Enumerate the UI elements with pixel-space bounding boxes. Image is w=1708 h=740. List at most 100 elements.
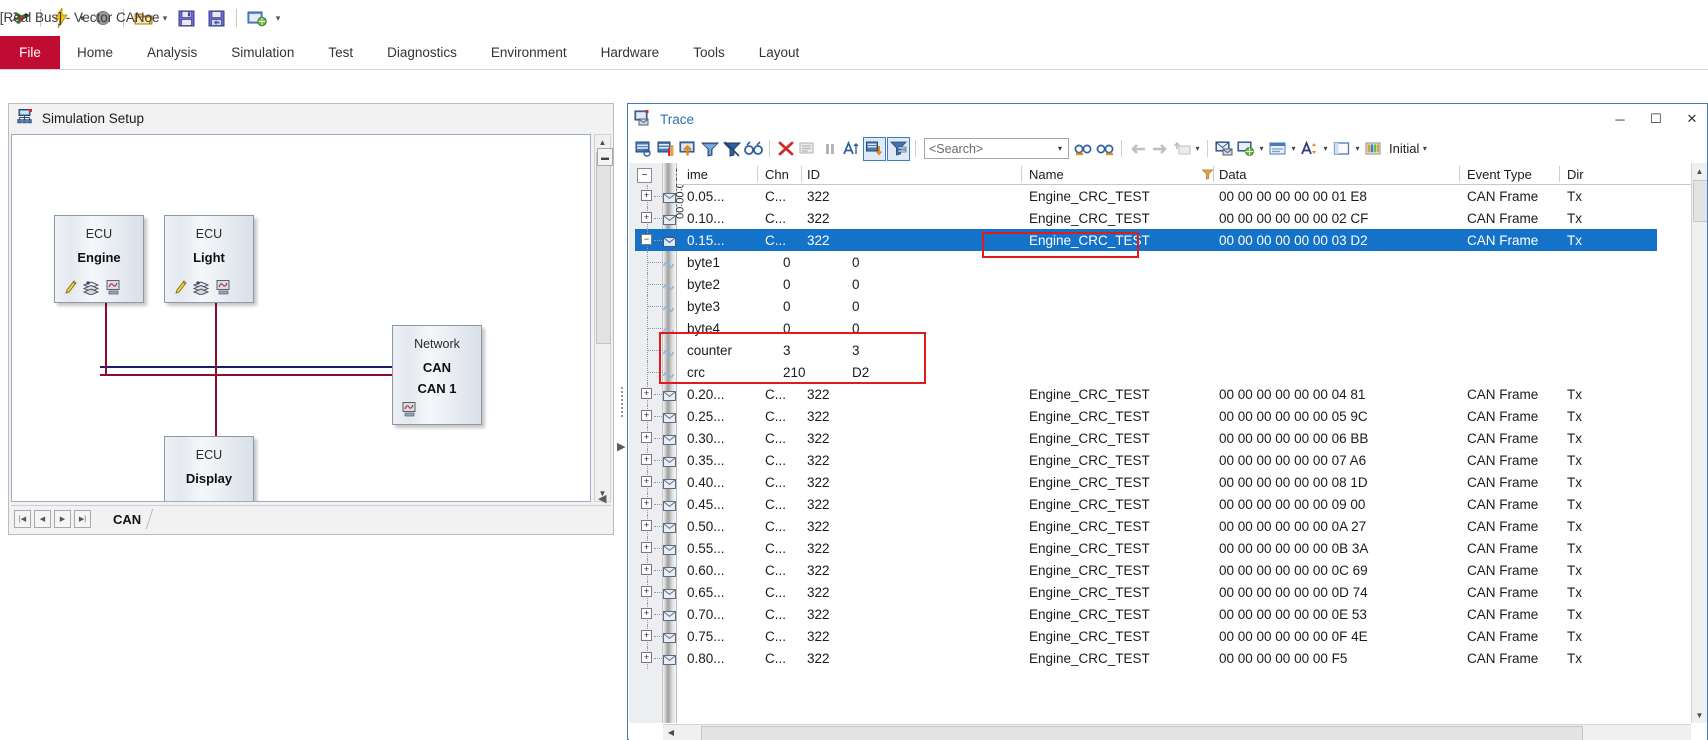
scroll-left-arrow-icon[interactable]: ◀ bbox=[663, 725, 679, 740]
trace-row[interactable]: +0.80... C... 322 Engine_CRC_TEST 00 00 00 0… bbox=[641, 647, 1691, 669]
export-up-icon[interactable] bbox=[677, 138, 698, 160]
nav-prev-icon[interactable]: ◀ bbox=[34, 510, 51, 528]
trace-row-list[interactable]: +0.05... C... 322 Engine_CRC_TEST 00 00 00 0… bbox=[635, 185, 1691, 723]
pencil-icon[interactable] bbox=[63, 280, 77, 298]
expand-icon[interactable]: + bbox=[641, 608, 652, 619]
scroll-thumb[interactable] bbox=[596, 152, 611, 344]
nav-next-icon[interactable]: ▶ bbox=[54, 510, 71, 528]
window-caret[interactable]: ▾ bbox=[1353, 144, 1362, 153]
splitter-expand-arrow-icon[interactable]: ▶ bbox=[617, 440, 625, 453]
view-filter-icon[interactable] bbox=[887, 136, 910, 161]
layout-caret[interactable]: ▾ bbox=[1289, 144, 1298, 153]
column-header-name[interactable]: Name bbox=[1029, 163, 1064, 185]
panel-icon[interactable] bbox=[105, 280, 122, 298]
close-button[interactable]: ✕ bbox=[1681, 108, 1703, 130]
column-divider-3[interactable] bbox=[1021, 166, 1022, 182]
trace-signal-row[interactable]: counter 3 3 bbox=[647, 339, 1691, 361]
tab-simulation[interactable]: Simulation bbox=[214, 36, 311, 69]
trace-row[interactable]: +0.40... C... 322 Engine_CRC_TEST 00 00 00 0… bbox=[641, 471, 1691, 493]
trace-row[interactable]: +0.60... C... 322 Engine_CRC_TEST 00 00 00 0… bbox=[641, 559, 1691, 581]
trace-row[interactable]: +0.75... C... 322 Engine_CRC_TEST 00 00 00 0… bbox=[641, 625, 1691, 647]
filter-indicator-icon[interactable] bbox=[1202, 163, 1213, 185]
trace-signal-row[interactable]: crc 210 D2 bbox=[647, 361, 1691, 383]
ribbon-tabs[interactable]: File Home Analysis Simulation Test Diagn… bbox=[0, 36, 1708, 70]
trace-signal-row[interactable]: byte1 0 0 bbox=[647, 251, 1691, 273]
trace-row[interactable]: +0.65... C... 322 Engine_CRC_TEST 00 00 00 0… bbox=[641, 581, 1691, 603]
find-prev-icon[interactable] bbox=[1073, 138, 1094, 160]
expand-icon[interactable]: + bbox=[641, 476, 652, 487]
column-divider-4[interactable] bbox=[1213, 166, 1214, 182]
column-header-dir[interactable]: Dir bbox=[1567, 163, 1584, 185]
expand-icon[interactable]: + bbox=[641, 542, 652, 553]
ribbon-tab-list[interactable]: Home Analysis Simulation Test Diagnostic… bbox=[60, 36, 816, 69]
ecu-node-icons[interactable] bbox=[173, 501, 232, 502]
analysis-filter-icon[interactable] bbox=[863, 136, 886, 161]
scroll-thumb[interactable] bbox=[1693, 180, 1707, 222]
show-all-columns-icon[interactable] bbox=[633, 138, 654, 160]
column-header-data[interactable]: Data bbox=[1219, 163, 1246, 185]
trace-row[interactable]: +0.20... C... 322 Engine_CRC_TEST 00 00 00 0… bbox=[641, 383, 1691, 405]
expand-icon[interactable]: + bbox=[641, 586, 652, 597]
initial-caret[interactable]: ▾ bbox=[1420, 144, 1429, 153]
chevron-down-icon[interactable]: ▾ bbox=[1052, 144, 1068, 153]
pencil-icon[interactable] bbox=[173, 501, 187, 502]
splitter-collapse-button[interactable]: ▬ bbox=[597, 148, 613, 166]
expand-icon[interactable]: + bbox=[641, 652, 652, 663]
nav-last-icon[interactable]: ▶| bbox=[74, 510, 91, 528]
expand-icon[interactable]: + bbox=[641, 432, 652, 443]
network-node-icons[interactable] bbox=[401, 402, 418, 420]
column-divider-1[interactable] bbox=[757, 166, 758, 182]
layers-icon[interactable] bbox=[193, 501, 209, 502]
forward-icon[interactable] bbox=[1149, 138, 1170, 160]
window-icon[interactable] bbox=[1331, 138, 1352, 160]
trace-row[interactable]: +0.30... C... 322 Engine_CRC_TEST 00 00 00 0… bbox=[641, 427, 1691, 449]
panel-collapse-arrow-icon[interactable]: ◀ bbox=[598, 492, 606, 505]
scroll-down-arrow-icon[interactable]: ▼ bbox=[1692, 707, 1707, 723]
layout-icon[interactable] bbox=[1267, 138, 1288, 160]
tab-test[interactable]: Test bbox=[311, 36, 370, 69]
trace-row[interactable]: +0.05... C... 322 Engine_CRC_TEST 00 00 00 0… bbox=[641, 185, 1691, 207]
layers-icon[interactable] bbox=[82, 280, 100, 298]
simulation-setup-canvas[interactable]: ECU Engine ECU Light ECU Display Network… bbox=[11, 134, 591, 502]
expand-icon[interactable]: + bbox=[641, 498, 652, 509]
simulation-vertical-scrollbar[interactable]: ▲ ▼ bbox=[594, 134, 611, 502]
tab-analysis[interactable]: Analysis bbox=[130, 36, 214, 69]
layers-icon[interactable] bbox=[192, 280, 210, 298]
panel-icon[interactable] bbox=[215, 280, 232, 298]
panel-icon[interactable] bbox=[401, 402, 418, 420]
ecu-node-light[interactable]: ECU Light bbox=[164, 215, 254, 303]
stop-filter-icon[interactable] bbox=[721, 138, 742, 160]
trace-row[interactable]: +0.45... C... 322 Engine_CRC_TEST 00 00 00 0… bbox=[641, 493, 1691, 515]
gutter-collapse-all-button[interactable]: − bbox=[637, 168, 652, 183]
find-icon[interactable] bbox=[743, 138, 764, 160]
colorbar-icon[interactable] bbox=[1363, 138, 1384, 160]
column-setup-icon[interactable] bbox=[655, 138, 676, 160]
trace-column-header[interactable]: ime Chn ID Name Data Event Type Dir bbox=[677, 163, 1691, 185]
network-node-can1[interactable]: Network CAN CAN 1 bbox=[392, 325, 482, 425]
maximize-button[interactable]: ☐ bbox=[1645, 108, 1667, 130]
web-caret[interactable]: ▾ bbox=[1257, 144, 1266, 153]
tab-file[interactable]: File bbox=[0, 36, 60, 69]
tab-home[interactable]: Home bbox=[60, 36, 130, 69]
expand-icon[interactable]: + bbox=[641, 564, 652, 575]
column-header-time[interactable]: ime bbox=[687, 163, 708, 185]
column-header-event[interactable]: Event Type bbox=[1467, 163, 1532, 185]
initial-label[interactable]: Initial bbox=[1389, 141, 1419, 156]
expand-icon[interactable]: + bbox=[641, 410, 652, 421]
trace-vertical-scrollbar[interactable]: ▲ ▼ bbox=[1691, 163, 1707, 723]
expand-icon[interactable]: + bbox=[641, 454, 652, 465]
collapse-icon[interactable]: − bbox=[641, 234, 652, 245]
pencil-icon[interactable] bbox=[173, 280, 187, 298]
trace-signal-row[interactable]: byte3 0 0 bbox=[647, 295, 1691, 317]
tab-hardware[interactable]: Hardware bbox=[584, 36, 677, 69]
font-icon[interactable] bbox=[1299, 138, 1320, 160]
tab-tools[interactable]: Tools bbox=[676, 36, 742, 69]
splitter-grip[interactable] bbox=[619, 385, 625, 435]
column-divider-6[interactable] bbox=[1559, 166, 1560, 182]
trace-horizontal-scrollbar[interactable]: ◀ bbox=[663, 724, 1691, 740]
scroll-thumb-h[interactable] bbox=[701, 726, 1583, 740]
trace-window-buttons[interactable]: ─ ☐ ✕ bbox=[1609, 108, 1703, 130]
column-divider-2[interactable] bbox=[801, 166, 802, 182]
tab-environment[interactable]: Environment bbox=[474, 36, 584, 69]
ecu-node-icons[interactable] bbox=[173, 280, 232, 298]
